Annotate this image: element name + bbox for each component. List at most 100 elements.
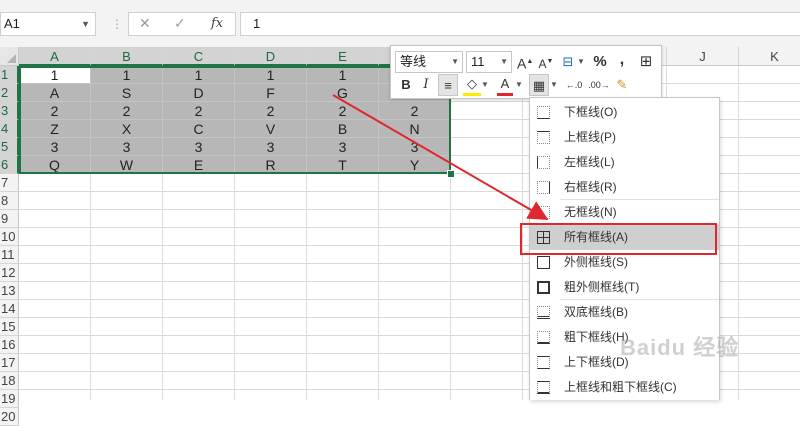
chevron-down-icon[interactable]: ▼ <box>481 74 489 96</box>
cell-a4[interactable]: Z <box>19 120 91 138</box>
row-header-3[interactable]: 3 <box>0 102 19 120</box>
column-header-a[interactable]: A <box>19 47 91 66</box>
row-header-12[interactable]: 12 <box>0 264 19 282</box>
font-size-combo[interactable]: 11 ▼ <box>466 51 512 73</box>
cell-c5[interactable]: 3 <box>163 138 235 156</box>
cell-f6[interactable]: Y <box>379 156 451 174</box>
cell-c3[interactable]: 2 <box>163 102 235 120</box>
cell-c6[interactable]: E <box>163 156 235 174</box>
row-header-14[interactable]: 14 <box>0 300 19 318</box>
cell-e4[interactable]: B <box>307 120 379 138</box>
row-header-4[interactable]: 4 <box>0 120 19 138</box>
chevron-down-icon[interactable]: ▼ <box>577 51 585 73</box>
row-header-2[interactable]: 2 <box>0 84 19 102</box>
row-header-8[interactable]: 8 <box>0 192 19 210</box>
decrease-decimal-icon[interactable]: .00→ <box>587 74 611 96</box>
border-menu-item-3[interactable]: 左框线(L) <box>530 150 719 175</box>
cell-e5[interactable]: 3 <box>307 138 379 156</box>
fill-handle[interactable] <box>447 170 455 178</box>
format-cells-icon[interactable]: ⊞ <box>637 51 655 73</box>
border-menu-item-4[interactable]: 右框线(R) <box>530 175 719 200</box>
cell-a1[interactable]: 1 <box>19 66 91 84</box>
row-header-20[interactable]: 20 <box>0 408 19 426</box>
cell-c2[interactable]: D <box>163 84 235 102</box>
chevron-down-icon[interactable]: ▼ <box>81 13 90 35</box>
bold-button[interactable]: B <box>397 74 415 96</box>
border-menu-item-2[interactable]: 上框线(P) <box>530 125 719 150</box>
cell-e2[interactable]: G <box>307 84 379 102</box>
cell-d1[interactable]: 1 <box>235 66 307 84</box>
cell-a2[interactable]: A <box>19 84 91 102</box>
cell-e3[interactable]: 2 <box>307 102 379 120</box>
column-header-c[interactable]: C <box>163 47 235 66</box>
column-header-b[interactable]: B <box>91 47 163 66</box>
row-header-16[interactable]: 16 <box>0 336 19 354</box>
column-header-k[interactable]: K <box>739 47 800 66</box>
border-menu-item-9[interactable]: 双底框线(B) <box>530 300 719 325</box>
chevron-down-icon[interactable]: ▼ <box>550 74 558 96</box>
border-menu-item-5[interactable]: 无框线(N) <box>530 200 719 225</box>
insert-function-icon[interactable]: fx <box>211 16 223 31</box>
row-header-1[interactable]: 1 <box>0 66 19 84</box>
cell-b2[interactable]: S <box>91 84 163 102</box>
border-menu-item-7[interactable]: 外侧框线(S) <box>530 250 719 275</box>
row-header-10[interactable]: 10 <box>0 228 19 246</box>
row-header-5[interactable]: 5 <box>0 138 19 156</box>
accounting-format-icon[interactable]: ⊟ <box>559 51 577 73</box>
row-header-18[interactable]: 18 <box>0 372 19 390</box>
cell-a6[interactable]: Q <box>19 156 91 174</box>
border-menu-item-12[interactable]: 上框线和粗下框线(C) <box>530 375 719 400</box>
cell-b4[interactable]: X <box>91 120 163 138</box>
cell-d4[interactable]: V <box>235 120 307 138</box>
cell-f4[interactable]: N <box>379 120 451 138</box>
enter-icon[interactable]: ✓ <box>174 15 186 32</box>
column-header-e[interactable]: E <box>307 47 379 66</box>
row-header-17[interactable]: 17 <box>0 354 19 372</box>
italic-button[interactable]: I <box>417 74 435 96</box>
row-header-6[interactable]: 6 <box>0 156 19 174</box>
chevron-down-icon[interactable]: ▼ <box>500 52 508 72</box>
row-header-7[interactable]: 7 <box>0 174 19 192</box>
row-header-13[interactable]: 13 <box>0 282 19 300</box>
select-all-corner[interactable] <box>0 47 19 66</box>
formula-input[interactable]: 1 <box>240 12 800 36</box>
comma-style-button[interactable]: , <box>615 49 629 71</box>
increase-decimal-icon[interactable]: ←.0 <box>563 74 585 96</box>
align-center-icon[interactable]: ≡ <box>438 74 458 96</box>
row-header-15[interactable]: 15 <box>0 318 19 336</box>
cell-d3[interactable]: 2 <box>235 102 307 120</box>
row-header-9[interactable]: 9 <box>0 210 19 228</box>
font-name-combo[interactable]: 等线 ▼ <box>395 51 463 73</box>
increase-font-icon[interactable]: A▲ <box>517 51 533 73</box>
cell-d2[interactable]: F <box>235 84 307 102</box>
cell-c1[interactable]: 1 <box>163 66 235 84</box>
cell-f5[interactable]: 3 <box>379 138 451 156</box>
cell-a3[interactable]: 2 <box>19 102 91 120</box>
borders-button[interactable]: ▦ <box>529 74 549 96</box>
cell-b5[interactable]: 3 <box>91 138 163 156</box>
cell-b6[interactable]: W <box>91 156 163 174</box>
cell-b3[interactable]: 2 <box>91 102 163 120</box>
border-menu-item-8[interactable]: 粗外侧框线(T) <box>530 275 719 300</box>
cell-e6[interactable]: T <box>307 156 379 174</box>
cell-e1[interactable]: 1 <box>307 66 379 84</box>
cell-a5[interactable]: 3 <box>19 138 91 156</box>
drag-handle-icon[interactable]: ⋮ <box>111 17 123 31</box>
format-painter-icon[interactable]: ✎ <box>613 74 631 96</box>
cell-d6[interactable]: R <box>235 156 307 174</box>
cell-f3[interactable]: 2 <box>379 102 451 120</box>
cell-d5[interactable]: 3 <box>235 138 307 156</box>
fill-color-icon[interactable]: ◇ <box>463 74 481 96</box>
row-header-11[interactable]: 11 <box>0 246 19 264</box>
column-header-j[interactable]: J <box>667 47 739 66</box>
cancel-icon[interactable]: ✕ <box>139 15 151 32</box>
chevron-down-icon[interactable]: ▼ <box>451 52 459 72</box>
cell-c4[interactable]: C <box>163 120 235 138</box>
column-header-d[interactable]: D <box>235 47 307 66</box>
decrease-font-icon[interactable]: A▼ <box>538 51 554 73</box>
border-menu-item-1[interactable]: 下框线(O) <box>530 100 719 125</box>
cell-b1[interactable]: 1 <box>91 66 163 84</box>
font-color-icon[interactable]: A <box>497 74 513 96</box>
border-menu-item-6[interactable]: 所有框线(A) <box>530 225 719 250</box>
name-box[interactable]: A1 ▼ <box>0 12 96 36</box>
